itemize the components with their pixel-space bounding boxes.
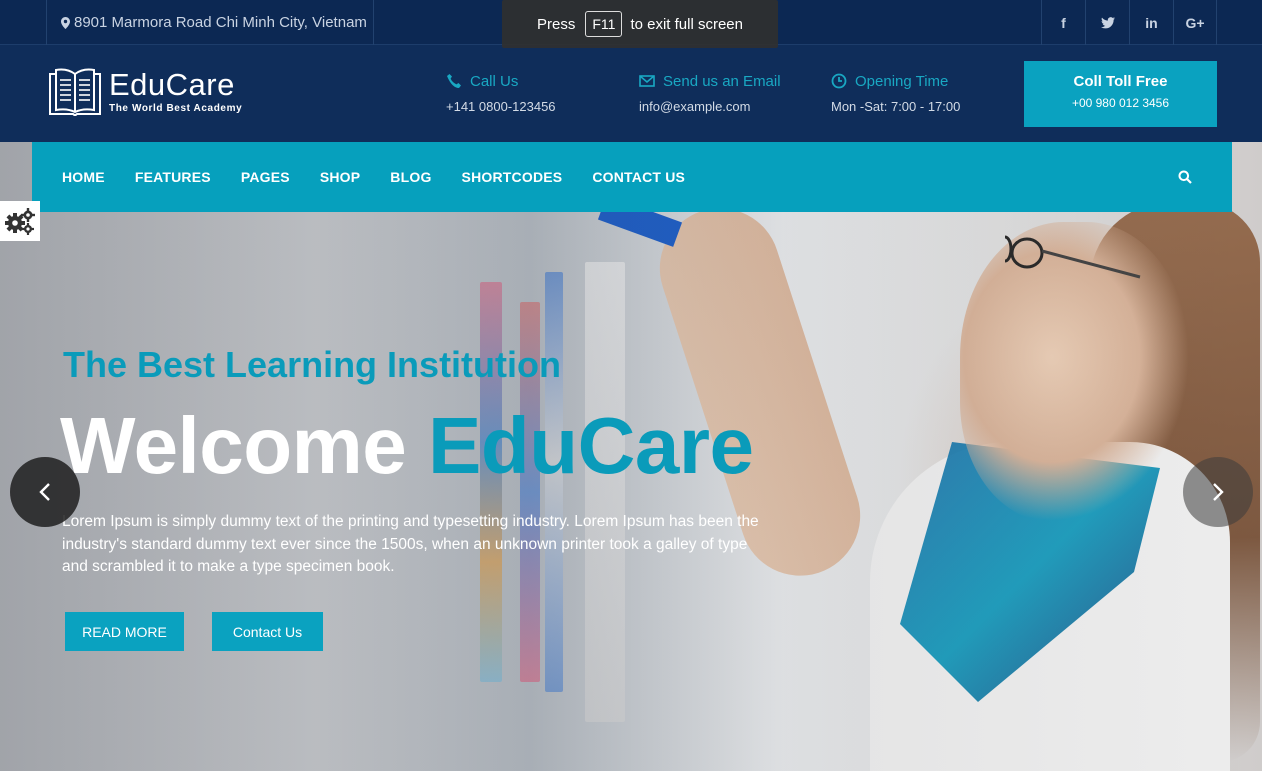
opening-time-value: Mon -Sat: 7:00 - 17:00 <box>831 99 961 114</box>
linkedin-icon[interactable]: in <box>1129 0 1173 45</box>
nav-item-features[interactable]: FEATURES <box>135 169 211 185</box>
f11-key: F11 <box>585 11 623 37</box>
opening-time-block: Opening Time Mon -Sat: 7:00 - 17:00 <box>831 71 961 115</box>
nav-item-pages[interactable]: PAGES <box>241 169 290 185</box>
hero-description: Lorem Ipsum is simply dummy text of the … <box>62 513 759 575</box>
slider-prev-button[interactable] <box>10 457 80 527</box>
logo-name: EduCare <box>109 67 235 102</box>
address: 8901 Marmora Road Chi Minh City, Vietnam <box>46 0 374 45</box>
chevron-left-icon <box>39 483 50 501</box>
clock-icon <box>831 73 847 89</box>
nav-item-shortcodes[interactable]: SHORTCODES <box>462 169 563 185</box>
call-us-block: Call Us +141 0800-123456 <box>446 71 556 115</box>
settings-gear-button[interactable] <box>0 201 40 241</box>
search-icon[interactable] <box>1178 170 1192 184</box>
chevron-right-icon <box>1213 483 1224 501</box>
toll-free-title: Coll Toll Free <box>1073 73 1168 90</box>
nav-item-contact-us[interactable]: CONTACT US <box>592 169 685 185</box>
logo-tagline: The World Best Academy <box>109 103 243 114</box>
logo[interactable]: EduCare The World Best Academy <box>47 64 242 120</box>
envelope-icon <box>639 75 655 87</box>
facebook-icon[interactable]: f <box>1041 0 1085 45</box>
email-label: Send us an Email <box>663 72 781 90</box>
fullscreen-press: Press <box>537 15 576 33</box>
nav-item-blog[interactable]: BLOG <box>390 169 431 185</box>
google-plus-icon[interactable]: G+ <box>1173 0 1217 45</box>
toll-free-box[interactable]: Coll Toll Free +00 980 012 3456 <box>1024 61 1217 127</box>
main-nav: HOME FEATURES PAGES SHOP BLOG SHORTCODES… <box>32 142 1232 212</box>
fullscreen-notice: Press F11 to exit full screen <box>502 0 778 48</box>
hero-title-accent: EduCare <box>428 401 754 490</box>
book-logo-icon <box>49 68 101 116</box>
call-us-value[interactable]: +141 0800-123456 <box>446 99 556 114</box>
header: EduCare The World Best Academy Call Us +… <box>0 45 1262 142</box>
email-value[interactable]: info@example.com <box>639 99 781 114</box>
hero-title: Welcome EduCare <box>60 400 754 492</box>
address-text: 8901 Marmora Road Chi Minh City, Vietnam <box>74 14 367 31</box>
phone-icon <box>447 74 461 88</box>
fullscreen-rest: to exit full screen <box>630 15 743 33</box>
opening-time-label: Opening Time <box>855 72 949 90</box>
call-us-label: Call Us <box>470 72 519 90</box>
map-pin-icon <box>61 16 70 29</box>
toll-free-number: +00 980 012 3456 <box>1071 96 1170 110</box>
twitter-icon[interactable] <box>1085 0 1129 45</box>
read-more-button[interactable]: READ MORE <box>65 612 184 651</box>
social-links: f in G+ <box>1041 0 1217 45</box>
nav-item-shop[interactable]: SHOP <box>320 169 360 185</box>
email-block: Send us an Email info@example.com <box>639 71 781 115</box>
hero-title-white: Welcome <box>60 401 407 490</box>
gears-icon <box>5 208 35 235</box>
slider-next-button[interactable] <box>1183 457 1253 527</box>
nav-item-home[interactable]: HOME <box>62 169 105 185</box>
contact-us-button[interactable]: Contact Us <box>212 612 323 651</box>
hero-subtitle: The Best Learning Institution <box>63 344 562 385</box>
